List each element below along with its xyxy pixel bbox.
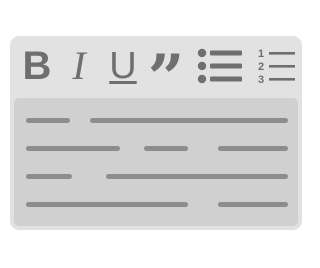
numbered-list-digit: 1 — [258, 48, 264, 60]
bulleted-list-icon — [197, 48, 242, 84]
bold-icon: B — [22, 44, 52, 88]
text-line-placeholder — [26, 174, 72, 179]
text-line-placeholder — [26, 118, 70, 123]
numbered-list-icon: 1 2 3 — [258, 48, 295, 86]
text-line-placeholder — [90, 118, 288, 123]
quote-button[interactable]: ” — [142, 36, 190, 111]
text-line-placeholder — [106, 174, 288, 179]
formatting-toolbar: B I U ” 1 2 3 — [10, 36, 302, 111]
italic-button[interactable]: I — [60, 36, 98, 96]
text-line-placeholder — [144, 146, 188, 151]
text-line-placeholder — [218, 146, 288, 151]
text-line-placeholder — [26, 146, 120, 151]
underline-button[interactable]: U — [106, 36, 140, 96]
bulleted-list-button[interactable] — [196, 36, 246, 96]
bold-button[interactable]: B — [18, 36, 56, 96]
editor-content-area[interactable] — [14, 98, 298, 226]
text-editor-widget: B I U ” 1 2 3 — [10, 36, 302, 230]
text-line-placeholder — [218, 202, 288, 207]
numbered-list-digit: 2 — [258, 61, 264, 73]
numbered-list-digit: 3 — [258, 74, 264, 86]
text-line-placeholder — [26, 202, 188, 207]
underline-icon: U — [109, 45, 137, 87]
numbered-list-button[interactable]: 1 2 3 — [256, 36, 298, 96]
italic-icon: I — [72, 43, 86, 88]
